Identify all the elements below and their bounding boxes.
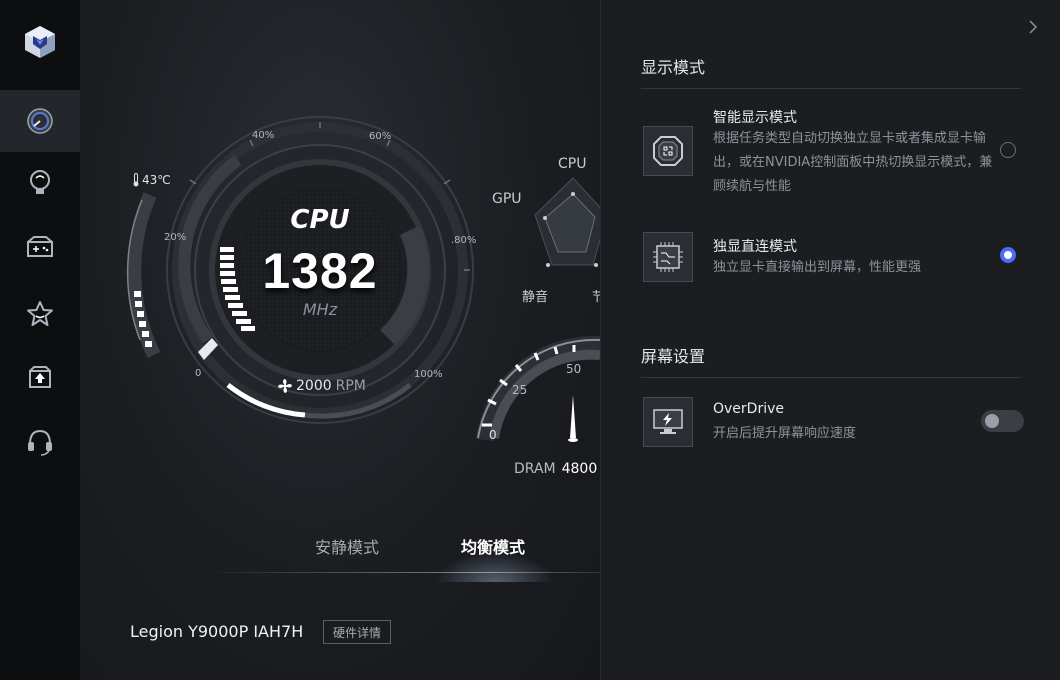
tab-balanced-mode[interactable]: 均衡模式	[461, 534, 525, 558]
legion-logo-icon	[20, 22, 60, 62]
temperature-value: 43℃	[142, 173, 171, 187]
upload-icon	[29, 366, 51, 388]
headset-icon	[28, 429, 52, 456]
radar-quiet-label: 静音	[522, 290, 549, 305]
fan-icon	[278, 379, 292, 393]
fan-speed-value: 2000	[296, 378, 332, 394]
radar-cpu-label: CPU	[558, 156, 587, 172]
smart-display-desc: 根据任务类型自动切换独立显卡或者集成显卡输出，或在NVIDIA控制面板中热切换显…	[713, 131, 993, 194]
frequency-unit: MHz	[302, 300, 338, 319]
dram-gauge	[476, 335, 600, 442]
toggle-knob	[985, 414, 999, 428]
tick-20: 20%	[164, 232, 187, 243]
sidebar	[0, 0, 80, 680]
gamepad-icon	[27, 236, 53, 257]
hardware-details-button[interactable]: 硬件详情	[323, 620, 391, 644]
sidebar-item-performance[interactable]	[0, 90, 80, 152]
overdrive-desc: 开启后提升屏幕响应速度	[713, 426, 857, 441]
star-icon	[27, 301, 53, 326]
smart-display-icon	[643, 126, 693, 176]
sidebar-item-game[interactable]	[0, 216, 80, 278]
overdrive-icon	[643, 397, 693, 447]
tick-80: .80%	[451, 235, 477, 246]
dram-tick-0: 0	[489, 428, 497, 442]
gauge-icon	[27, 108, 53, 134]
sidebar-item-update[interactable]	[0, 346, 80, 408]
dgpu-direct-radio[interactable]	[1000, 247, 1016, 263]
display-mode-title: 显示模式	[641, 58, 706, 77]
thermometer-icon	[133, 173, 139, 187]
dram-value: 4800	[561, 461, 598, 477]
display-settings-panel: 显示模式 智能显示模式 根据任务类型自动切换独立显卡或者集成显卡输出，或在NVI…	[600, 0, 1060, 680]
cpu-frequency: 1382	[262, 243, 378, 299]
smart-display-title: 智能显示模式	[713, 110, 797, 126]
chevron-right-icon[interactable]	[1028, 20, 1038, 34]
dgpu-direct-desc: 独立显卡直接输出到屏幕，性能更强	[713, 260, 922, 275]
dram-label: DRAM	[514, 461, 556, 477]
dram-tick-25: 25	[512, 383, 528, 397]
tick-60: 60%	[369, 131, 392, 142]
dram-readout: DRAM 4800	[514, 461, 597, 477]
dgpu-direct-title: 独显直连模式	[713, 239, 797, 255]
tick-40: 40%	[252, 130, 275, 141]
tick-0: 0	[195, 368, 202, 379]
cpu-temperature: 43℃	[132, 173, 171, 187]
overdrive-title: OverDrive	[713, 401, 784, 417]
tab-quiet-mode[interactable]: 安静模式	[315, 534, 379, 558]
tick-100: 100%	[414, 369, 443, 380]
sidebar-item-lighting[interactable]	[0, 152, 80, 214]
sidebar-item-support[interactable]	[0, 411, 80, 473]
bulb-icon	[30, 170, 50, 194]
fan-speed-unit: RPM	[335, 378, 366, 394]
radar-chart	[534, 177, 600, 267]
smart-display-radio[interactable]	[1000, 142, 1016, 158]
dram-tick-50: 50	[566, 362, 582, 376]
overdrive-toggle[interactable]	[981, 410, 1024, 432]
fan-speed: 2000 RPM	[278, 378, 366, 394]
performance-view: 40% 60% 20% .80% 0 100% 43℃ CPU 1382 MHz…	[80, 0, 600, 680]
power-mode-tabs: 安静模式 均衡模式	[80, 522, 600, 582]
device-model: Legion Y9000P IAH7H	[130, 622, 304, 641]
radar-gpu-label: GPU	[492, 191, 522, 207]
radar-partial-label: 节	[592, 290, 600, 305]
dgpu-direct-icon	[643, 232, 693, 282]
screen-settings-title: 屏幕设置	[641, 347, 706, 366]
sidebar-item-favorites[interactable]	[0, 283, 80, 345]
gauge-title: CPU	[290, 205, 350, 235]
